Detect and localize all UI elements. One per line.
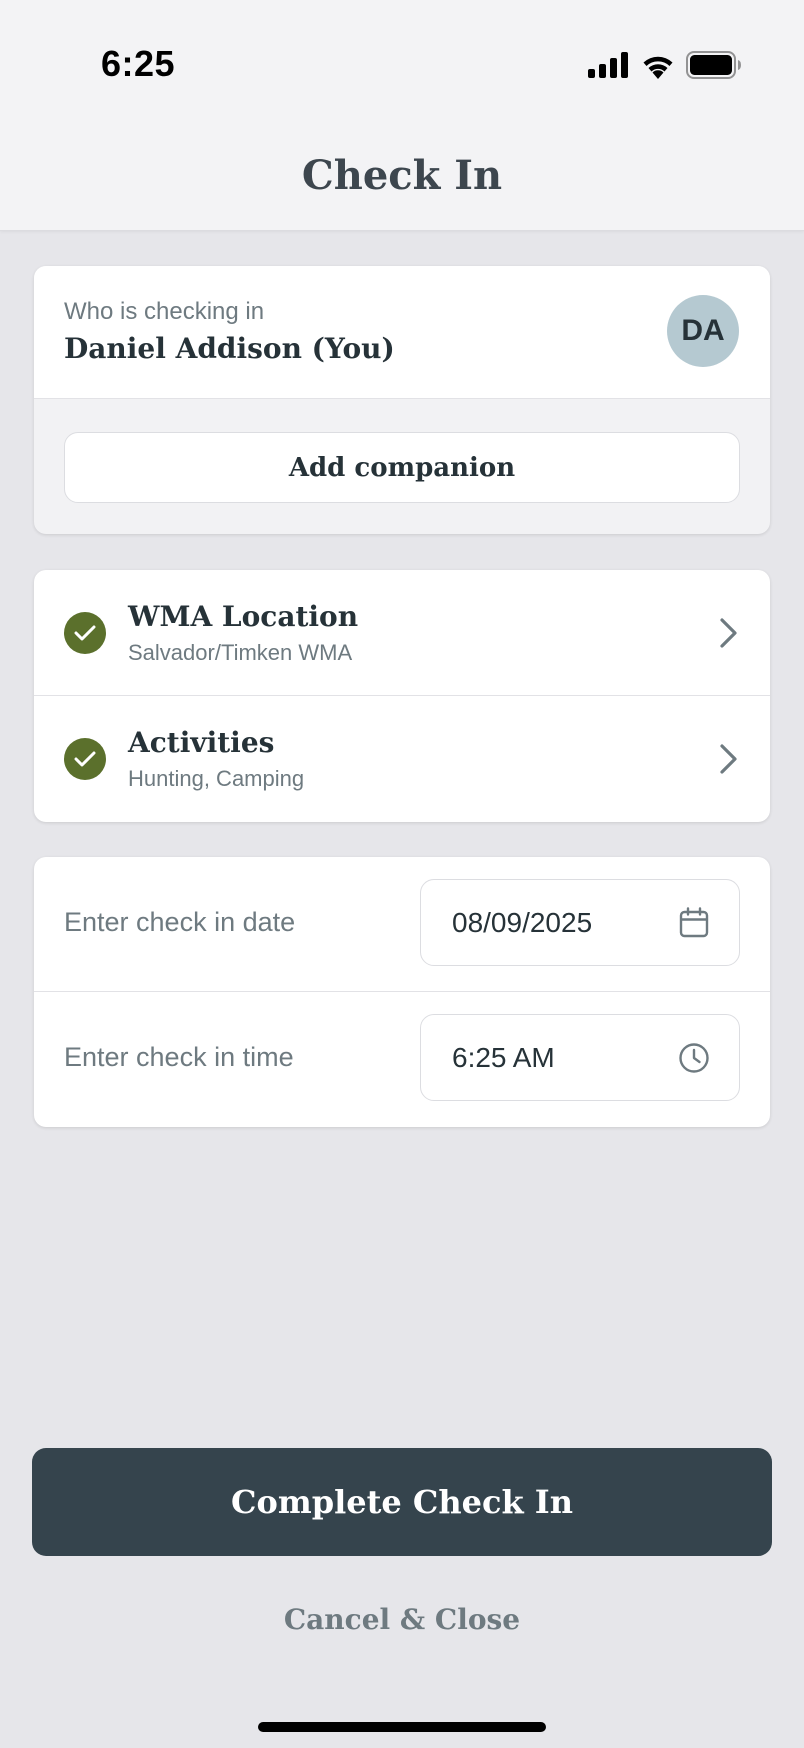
date-value: 08/09/2025 — [452, 906, 593, 938]
date-row: Enter check in date 08/09/2025 — [34, 857, 770, 992]
step-title: Activities — [128, 726, 275, 759]
header: 6:25 Check In — [0, 0, 804, 231]
status-icons — [588, 48, 742, 82]
avatar: DA — [667, 295, 739, 367]
chevron-right-icon — [720, 618, 737, 648]
date-input[interactable]: 08/09/2025 — [420, 879, 740, 966]
complete-check-in-button[interactable]: Complete Check In — [32, 1448, 772, 1556]
wifi-icon — [643, 56, 673, 79]
step-row-wma-location[interactable]: WMA Location Salvador/Timken WMA — [34, 570, 770, 696]
step-row-activities[interactable]: Activities Hunting, Camping — [34, 696, 770, 822]
who-card: Who is checking in Daniel Addison (You) … — [34, 266, 770, 534]
step-subtitle: Salvador/Timken WMA — [128, 640, 353, 665]
cellular-signal-icon — [588, 52, 628, 78]
checkmark-icon — [64, 612, 106, 654]
time-label: Enter check in time — [64, 1042, 294, 1072]
add-companion-button[interactable]: Add companion — [64, 432, 740, 503]
checkmark-icon — [64, 738, 106, 780]
time-input[interactable]: 6:25 AM — [420, 1014, 740, 1101]
home-indicator — [258, 1722, 546, 1732]
time-value: 6:25 AM — [452, 1041, 555, 1073]
chevron-right-icon — [720, 744, 737, 774]
status-time: 6:25 — [101, 43, 176, 84]
step-title: WMA Location — [128, 600, 359, 633]
steps-card: WMA Location Salvador/Timken WMA Activit… — [34, 570, 770, 822]
datetime-card: Enter check in date 08/09/2025 Enter che… — [34, 857, 770, 1127]
step-subtitle: Hunting, Camping — [128, 766, 305, 791]
cancel-close-link[interactable]: Cancel & Close — [0, 1603, 804, 1636]
who-name: Daniel Addison (You) — [64, 332, 395, 365]
clock-icon — [679, 1043, 709, 1073]
who-header: Who is checking in Daniel Addison (You) … — [34, 266, 770, 399]
who-label: Who is checking in — [64, 298, 265, 325]
date-label: Enter check in date — [64, 907, 296, 937]
time-row: Enter check in time 6:25 AM — [34, 992, 770, 1127]
calendar-icon — [679, 907, 709, 938]
battery-icon — [686, 51, 741, 79]
page-title: Check In — [301, 152, 503, 199]
